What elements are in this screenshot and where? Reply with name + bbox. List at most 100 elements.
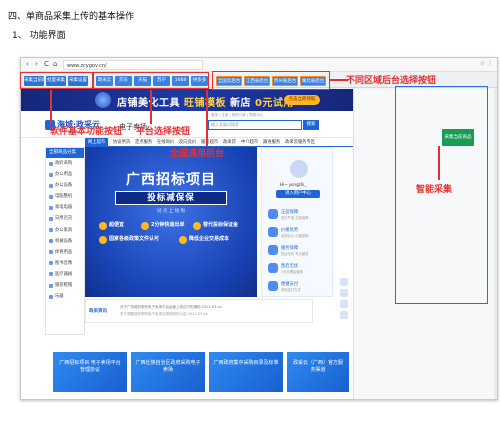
browser-window: ‹ › C ⌂ www.zcygov.cn/ ☆ ⋮ 采集当前商品 批量采集 采… (20, 57, 498, 400)
sidebar-item[interactable]: 办公设备 (46, 180, 84, 191)
annotation-arrow-smart (438, 146, 440, 180)
promo-card[interactable]: 广西壮族自治区政府采购电子卖场 (131, 352, 205, 392)
platform-suning-button[interactable]: 苏宁 (153, 76, 170, 86)
collect-settings-button[interactable]: 采集设置 (68, 76, 88, 86)
notice-line[interactable]: 关于调整政府采购电子卖场交易规则的公告 2021-03-xx (120, 312, 208, 317)
category-icon (49, 161, 53, 166)
jiangxi-backend-button[interactable]: 江西省后台 (244, 76, 270, 86)
price-tag-icon (268, 227, 278, 237)
scrollbar[interactable] (494, 89, 497, 399)
category-icon (49, 239, 53, 244)
nav-item[interactable]: 定点服务 (135, 139, 152, 145)
sidebar-item[interactable]: 日用百货 (46, 213, 84, 224)
news-notice[interactable]: 政采资讯 关于广西政府采购电子卖场平台运营上线试行的通知 2021-03-xx … (85, 299, 313, 323)
hubei-backend-button[interactable]: 湖北省后台 (300, 76, 326, 86)
home-icon[interactable]: ⌂ (53, 60, 57, 68)
sidebar-item[interactable]: 医疗器械 (46, 269, 84, 280)
category-icon (49, 294, 53, 299)
panel-item[interactable]: 服务保障 售后无忧 专业服务 (268, 244, 328, 258)
category-icon (49, 228, 53, 233)
search-input[interactable]: 输入关键词搜索 (208, 120, 302, 130)
nav-item[interactable]: 协议供货 (113, 139, 130, 145)
batch-collect-button[interactable]: 批量采集 (46, 76, 66, 86)
annotation-function-buttons: 软件基本功能按钮 (50, 127, 123, 137)
collect-current-button[interactable]: 采集当前商品 (24, 76, 44, 86)
hero-pill: 超便宜 (99, 221, 124, 230)
sidebar-title: 全部商品分类 (46, 148, 84, 158)
platform-zcy-button[interactable]: 政采云 (96, 76, 113, 86)
banner-logo-icon (95, 92, 111, 108)
sidebar-item[interactable]: 体育用品 (46, 247, 84, 258)
sidebar-item[interactable]: 电脑整机 (46, 191, 84, 202)
nav-item[interactable]: 政采贷 (223, 139, 236, 145)
notice-line[interactable]: 关于广西政府采购电子卖场平台运营上线试行的通知 2021-03-xx (120, 305, 222, 310)
service-icon (268, 245, 278, 255)
nav-item[interactable]: 政采云服务专区 (285, 139, 315, 145)
document-heading: 四、单商品采集上传的基本操作 (8, 12, 135, 22)
platform-tmall-button[interactable]: 天猫 (134, 76, 151, 86)
forward-icon[interactable]: › (35, 60, 38, 68)
nav-item[interactable]: 网上超市 (85, 138, 109, 146)
nav-item[interactable]: 中介超市 (241, 139, 258, 145)
sidebar-item[interactable]: 乐器 (46, 291, 84, 302)
nav-item[interactable]: 跟进服务 (263, 139, 280, 145)
annotation-arrow-function (50, 90, 52, 124)
promo-banner[interactable]: 店铺美化工具 旺铺模板 新店 0元试用 点击立即领取 (21, 89, 353, 111)
back-icon[interactable]: ‹ (26, 60, 29, 68)
nav-item[interactable]: 服务超市 (201, 139, 218, 145)
avatar (290, 160, 308, 178)
phone-icon[interactable] (340, 289, 348, 297)
promo-card[interactable]: 广西政府集中采购目录及标准 (209, 352, 283, 392)
search-button[interactable]: 搜索 (303, 120, 319, 130)
platform-1688-button[interactable]: 1688 (172, 76, 189, 86)
panel-item[interactable]: 售后无忧 7天无理由退换 (268, 262, 328, 276)
platform-jd-button[interactable]: 京东 (115, 76, 132, 86)
nav-item[interactable]: 反向竞价 (179, 139, 196, 145)
sidebar-item[interactable]: 办公家具 (46, 225, 84, 236)
chat-icon[interactable] (340, 278, 348, 286)
national-backend-button[interactable]: 全国云后台 (216, 76, 242, 86)
annotation-platform-buttons: 平台选择按钮 (136, 127, 191, 137)
category-icon (49, 205, 53, 210)
sidebar-item[interactable]: 服装鞋帽 (46, 280, 84, 291)
sidebar-item[interactable]: 图书音像 (46, 258, 84, 269)
sidebar-item[interactable]: 办公用品 (46, 169, 84, 180)
floating-toolbar (339, 275, 349, 335)
user-center-button[interactable]: 进入用户中心 (276, 190, 320, 198)
hero-pill: 国家各级政策文件认可 (99, 235, 159, 244)
hero-pill: 替代投标保证金 (193, 221, 238, 230)
sidebar-item[interactable]: 政府采购 (46, 158, 84, 169)
hero-subtitle: 试 点 上 线 啦 (156, 209, 186, 214)
user-name: Hi~ yongzhi_ (280, 182, 307, 187)
panel-item[interactable]: 便捷支付 多种支付方式 (268, 280, 328, 294)
bookmark-icon[interactable]: ☆ ⋮ (480, 60, 493, 67)
qr-code-icon[interactable] (340, 300, 348, 308)
sidebar-item[interactable]: 家电电器 (46, 202, 84, 213)
panel-item[interactable]: 正品保障 官方严选 正品保障 (268, 208, 328, 222)
promo-card[interactable]: 广西招标项目 电子卖场平台管理协议 (53, 352, 127, 392)
panel-item[interactable]: 价格优势 全网比价 价格透明 (268, 226, 328, 240)
payment-icon (268, 281, 278, 291)
hero-banner[interactable]: 广西招标项目 投标减保保 试 点 上 线 啦 超便宜 2分钟快速出单 替代投标保… (85, 147, 257, 297)
header-links[interactable]: 登录 | 注册 | 我的订单 | 帮助中心 (211, 113, 263, 118)
nav-item[interactable]: 在线询价 (157, 139, 174, 145)
address-bar: ‹ › C ⌂ www.zcygov.cn/ ☆ ⋮ (21, 58, 497, 72)
coin-icon (141, 221, 149, 230)
reload-icon[interactable]: C (44, 60, 49, 68)
url-field[interactable]: www.zcygov.cn/ (63, 60, 203, 70)
coin-icon (99, 221, 107, 230)
hero-strip: 投标减保保 (115, 191, 227, 205)
back-to-top-icon[interactable] (340, 311, 348, 319)
sidebar-item[interactable]: 机械设备 (46, 236, 84, 247)
hero-pill: 2分钟快速出单 (141, 221, 184, 230)
promo-card[interactable]: 政采云（广西）官方服务渠道 (287, 352, 349, 392)
category-icon (49, 283, 53, 288)
shield-icon (268, 209, 278, 219)
platform-pdd-button[interactable]: 拼多多 (191, 76, 208, 86)
return-icon (268, 263, 278, 273)
smart-collect-button[interactable]: 采集当前商品 (442, 129, 474, 146)
category-icon (49, 272, 53, 277)
category-icon (49, 216, 53, 221)
guizhou-backend-button[interactable]: 贵州省后台 (272, 76, 298, 86)
banner-claim-button[interactable]: 点击立即领取 (284, 95, 320, 105)
